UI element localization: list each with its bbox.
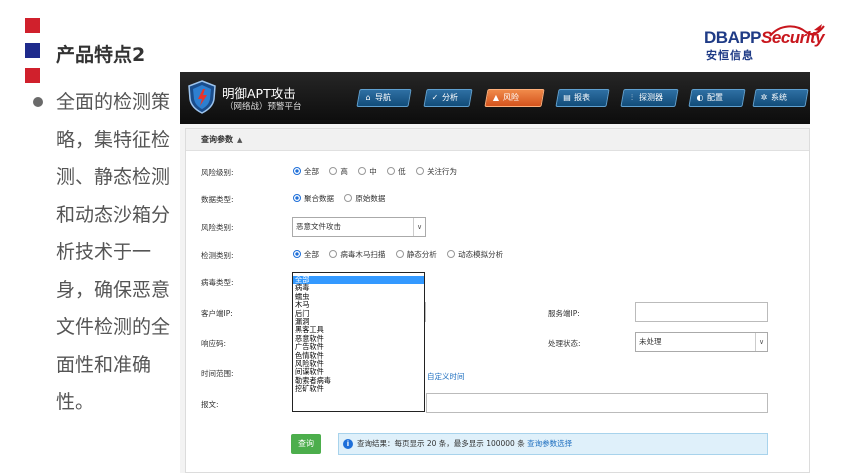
nav-home[interactable]: ⌂ 导航 <box>356 89 412 107</box>
report-icon: ▤ <box>563 93 571 102</box>
message-input[interactable] <box>426 393 768 413</box>
radio-risk-all[interactable]: 全部 <box>293 166 319 177</box>
sliders-icon: ⫶ <box>631 93 633 102</box>
nav-detector[interactable]: ⫶ 探测器 <box>620 89 679 107</box>
nav-report[interactable]: ▤ 报表 <box>555 89 610 107</box>
gear-icon: ✲ <box>760 93 768 102</box>
nav-analysis[interactable]: ✓ 分析 <box>423 89 473 107</box>
panel-header[interactable]: 查询参数 ▲ <box>186 129 809 151</box>
logo-chinese: 安恒信息 <box>706 49 754 62</box>
radio-risk-medium[interactable]: 中 <box>358 166 377 177</box>
radio-aggregate[interactable]: 聚合数据 <box>293 193 334 204</box>
dbappsecurity-logo: DBAPPSecurity 安恒信息 <box>704 22 829 66</box>
detect-category-label: 检测类别: <box>201 251 234 260</box>
virus-option[interactable]: 全部 <box>293 275 424 285</box>
radio-risk-high[interactable]: 高 <box>329 166 348 177</box>
client-ip-label: 客户端IP: <box>201 309 233 318</box>
custom-time-link[interactable]: 自定义时间 <box>427 371 465 382</box>
bullet-text: 全面的检测策略，集特征检测、静态检测和动态沙箱分析技术于一身，确保恶意文件检测的… <box>56 91 171 413</box>
virus-option[interactable]: 木马 <box>293 300 424 309</box>
chevron-down-icon: ∨ <box>755 333 767 351</box>
warning-icon: ▲ <box>492 93 500 102</box>
detect-category-radios: 全部 病毒木马扫描 静态分析 动态模拟分析 <box>293 249 511 260</box>
radio-dynamic[interactable]: 动态模拟分析 <box>447 249 503 260</box>
virus-option[interactable]: 挖矿软件 <box>293 384 424 393</box>
query-params-link[interactable]: 查询参数选择 <box>527 439 572 448</box>
nav-risk[interactable]: ▲ 风险 <box>484 89 545 107</box>
app-subtitle: （网络战）预警平台 <box>225 102 302 112</box>
caret-up-icon: ▲ <box>237 136 243 144</box>
bullet-dot <box>33 97 43 107</box>
radio-risk-low[interactable]: 低 <box>387 166 406 177</box>
chart-icon: ✓ <box>431 93 439 102</box>
process-status-label: 处理状态: <box>548 339 581 348</box>
virus-type-dropdown[interactable]: 全部 病毒 蠕虫 木马 后门 漏洞 黑客工具 恶意软件 广告软件 色情软件 风险… <box>292 272 425 412</box>
query-info-bar: i 查询结果：每页显示 20 条，最多显示 100000 条 查询参数选择 <box>338 433 768 455</box>
red-square-top <box>25 18 40 33</box>
nav-system[interactable]: ✲ 系统 <box>752 89 809 107</box>
process-status-select[interactable]: 未处理 ∨ <box>635 332 768 352</box>
nav-config[interactable]: ◐ 配置 <box>688 89 746 107</box>
radio-risk-watch[interactable]: 关注行为 <box>416 166 457 177</box>
logo-wordmark: DBAPPSecurity <box>704 28 825 47</box>
red-square-bottom <box>25 68 40 83</box>
virus-type-label: 病毒类型: <box>201 278 234 287</box>
server-ip-input[interactable] <box>635 302 768 322</box>
home-icon: ⌂ <box>365 93 371 102</box>
pie-icon: ◐ <box>696 93 704 102</box>
risk-category-select[interactable]: 恶意文件攻击 ∨ <box>292 217 426 237</box>
radio-static[interactable]: 静态分析 <box>395 249 437 260</box>
query-panel: 查询参数 ▲ 风险级别: 全部 高 中 低 关注行为 数据类型: 聚合数据 原始数… <box>185 128 810 473</box>
radio-detect-all[interactable]: 全部 <box>293 249 319 260</box>
virus-option[interactable]: 后门 <box>293 309 424 318</box>
query-button[interactable]: 查询 <box>291 434 321 454</box>
apt-platform-screenshot: 明御APT攻击 （网络战）预警平台 ⌂ 导航 ✓ 分析 ▲ 风险 ▤ 报表 ⫶ 探测器 ◐… <box>180 72 810 473</box>
slide-title: 产品特点2 <box>56 44 146 66</box>
info-icon: i <box>343 439 353 449</box>
risk-category-label: 风险类别: <box>201 223 234 232</box>
message-label: 报文: <box>201 400 219 409</box>
navy-square <box>25 43 40 58</box>
radio-virus-scan[interactable]: 病毒木马扫描 <box>329 249 385 260</box>
risk-level-radios: 全部 高 中 低 关注行为 <box>293 166 465 177</box>
shield-logo-icon <box>188 80 216 114</box>
time-range-label: 时间范围: <box>201 369 234 378</box>
data-type-radios: 聚合数据 原始数据 <box>293 193 393 204</box>
virus-option[interactable]: 病毒 <box>293 283 424 292</box>
data-type-label: 数据类型: <box>201 195 234 204</box>
response-code-label: 响应码: <box>201 339 227 348</box>
chevron-down-icon: ∨ <box>413 218 425 236</box>
risk-level-label: 风险级别: <box>201 168 234 177</box>
app-header: 明御APT攻击 （网络战）预警平台 ⌂ 导航 ✓ 分析 ▲ 风险 ▤ 报表 ⫶ 探测器 ◐… <box>180 72 810 124</box>
server-ip-label: 服务端IP: <box>548 309 580 318</box>
radio-raw[interactable]: 原始数据 <box>344 193 385 204</box>
virus-option[interactable]: 蠕虫 <box>293 292 424 301</box>
